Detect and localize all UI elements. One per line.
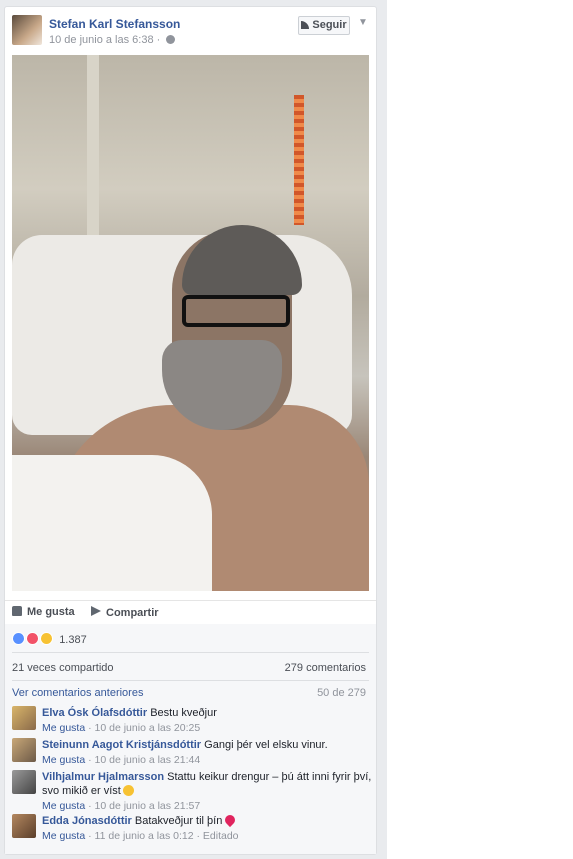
photo-sheet [12,455,212,591]
heart-emoji-icon [223,812,238,828]
commenter-name[interactable]: Elva Ósk Ólafsdóttir [42,707,147,719]
reactions-count: 1.387 [59,634,87,646]
comment-time: · 10 de junio a las 21:44 [85,754,201,766]
commenter-name[interactable]: Edda Jónasdóttir [42,815,132,827]
comment-meta: Me gusta · 10 de junio a las 20:25 [42,721,372,735]
comment-body: Edda Jónasdóttir Batakveðjur til þín Me … [42,812,372,843]
photo-pole [87,55,99,255]
like-label: Me gusta [27,606,75,618]
comment-like-link[interactable]: Me gusta [42,800,85,812]
comment-meta: Me gusta · 10 de junio a las 21:44 [42,753,372,767]
timestamp-text[interactable]: 10 de junio a las 6:38 · [49,34,160,46]
commenter-avatar[interactable] [12,770,36,794]
photo-glasses [182,295,290,327]
view-previous-comments[interactable]: Ver comentarios anteriores [12,687,143,699]
shares-count[interactable]: 21 veces compartido [12,662,114,674]
post-actions: Me gusta Compartir [5,600,376,625]
comments-count[interactable]: 279 comentarios [285,662,366,674]
comment-meta: Me gusta · 11 de junio a las 0:12 · Edit… [42,829,372,843]
post-header: Stefan Karl Stefansson 10 de junio a las… [5,7,376,55]
comment-body: Elva Ósk Ólafsdóttir Bestu kveðjur Me gu… [42,706,372,735]
like-button[interactable]: Me gusta [12,606,75,618]
comment-like-link[interactable]: Me gusta [42,830,85,842]
smile-emoji-icon [122,785,134,796]
comment-text: Bestu kveðjur [150,707,217,719]
comment-text: Gangi þér vel elsku vinur. [204,739,328,751]
reactions-summary[interactable]: 1.387 [12,632,87,646]
divider [12,680,369,681]
comment-like-link[interactable]: Me gusta [42,722,85,734]
globe-icon [166,35,176,44]
comment-body: Steinunn Aagot Kristjánsdóttir Gangi þér… [42,738,372,767]
comment-like-link[interactable]: Me gusta [42,754,85,766]
share-arrow-icon [91,606,101,616]
commenter-avatar[interactable] [12,706,36,730]
share-button[interactable]: Compartir [91,606,159,619]
photo-cable [294,95,304,225]
divider [12,652,369,653]
author-name[interactable]: Stefan Karl Stefansson [49,17,180,31]
love-reaction-icon [26,632,40,645]
comment-text: Batakveðjur til þín [134,815,223,827]
comments-pager: 50 de 279 [317,687,366,699]
feedback-section: 1.387 21 veces compartido 279 comentario… [5,624,376,854]
like-reaction-icon [12,632,25,645]
post-photo[interactable] [12,55,369,591]
commenter-avatar[interactable] [12,814,36,838]
comment-body: Vilhjalmur Hjalmarsson Stattu keikur dre… [42,770,372,813]
commenter-name[interactable]: Vilhjalmur Hjalmarsson [42,771,164,783]
rss-icon [301,21,310,29]
comment-meta: Me gusta · 10 de junio a las 21:57 [42,799,372,813]
commenter-avatar[interactable] [12,738,36,762]
thumbs-up-icon [12,606,22,616]
comment-time: · 10 de junio a las 20:25 [85,722,201,734]
chevron-down-icon[interactable]: ▼ [358,17,368,28]
follow-label: Seguir [312,19,347,31]
post-card: Stefan Karl Stefansson 10 de junio a las… [4,6,377,855]
post-timestamp: 10 de junio a las 6:38 · [49,34,176,46]
author-avatar[interactable] [12,15,42,45]
comment-time: · 10 de junio a las 21:57 [85,800,201,812]
share-label: Compartir [106,607,159,619]
follow-button[interactable]: Seguir [298,16,350,35]
comment-time: · 11 de junio a las 0:12 · Editado [85,830,239,842]
commenter-name[interactable]: Steinunn Aagot Kristjánsdóttir [42,739,201,751]
sad-reaction-icon [40,632,54,645]
